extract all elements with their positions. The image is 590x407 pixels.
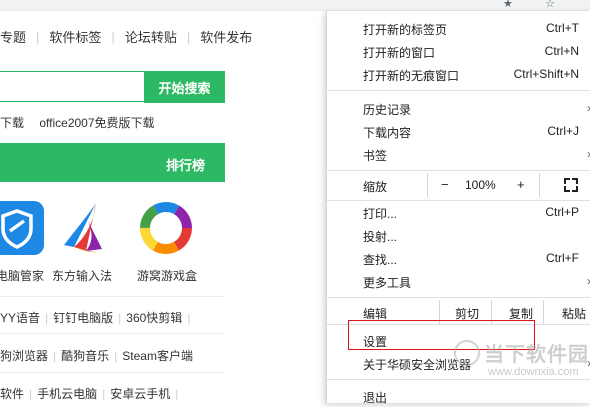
watermark-url: www.downxia.com xyxy=(488,366,579,378)
nav-link[interactable]: 论坛转贴 xyxy=(115,27,187,46)
menu-item-bookmarks[interactable]: 书签 › xyxy=(327,143,590,165)
hot-search-link[interactable]: 下载 xyxy=(0,116,24,130)
app-name[interactable]: 游窝游戏盒 xyxy=(137,267,197,284)
link-item[interactable]: 360快剪辑 xyxy=(121,309,187,326)
watermark-logo-icon xyxy=(454,340,480,366)
link-row: YY语音 | 钉钉电脑版 | 360快剪辑 | xyxy=(0,309,191,326)
menu-item-print[interactable]: 打印... Ctrl+P xyxy=(327,201,590,223)
link-item[interactable]: 手机云电脑 xyxy=(32,385,102,402)
link-item[interactable]: 安卓云手机 xyxy=(105,385,175,402)
menu-item-new-window[interactable]: 打开新的窗口 Ctrl+N xyxy=(327,40,590,62)
menu-divider xyxy=(327,170,590,171)
menu-item-new-tab[interactable]: 打开新的标签页 Ctrl+T xyxy=(327,17,590,39)
star-icon[interactable]: ★ xyxy=(503,0,513,10)
link-item[interactable]: 软件 xyxy=(0,385,29,402)
watermark: 当下软件园 www.downxia.com xyxy=(454,338,588,382)
site-search-input[interactable] xyxy=(0,71,144,102)
zoom-out-button[interactable]: − xyxy=(441,177,449,192)
menu-item-more-tools[interactable]: 更多工具 › xyxy=(327,270,590,292)
nav-link[interactable]: 专题 xyxy=(0,27,36,46)
app-name[interactable]: 电脑管家 xyxy=(0,267,44,284)
nav-link[interactable]: 软件标签 xyxy=(39,27,111,46)
link-item[interactable]: 酷狗音乐 xyxy=(56,347,114,364)
link-row: 狗浏览器 | 酷狗音乐 | Steam客户端 xyxy=(0,347,198,364)
menu-item-history[interactable]: 历史记录 › xyxy=(327,97,590,119)
menu-item-find[interactable]: 查找... Ctrl+F xyxy=(327,247,590,269)
divider xyxy=(0,333,225,334)
fullscreen-icon[interactable] xyxy=(564,178,578,192)
menu-divider xyxy=(327,297,590,298)
menu-item-downloads[interactable]: 下载内容 Ctrl+J xyxy=(327,120,590,142)
app-name[interactable]: 东方输入法 xyxy=(52,267,112,284)
hot-search-link[interactable]: office2007免费版下载 xyxy=(39,116,154,130)
shield-icon[interactable] xyxy=(0,201,44,255)
link-row: 软件 | 手机云电脑 | 安卓云手机 | xyxy=(0,385,179,402)
paste-button[interactable]: 粘贴 xyxy=(543,300,590,324)
search-button[interactable]: 开始搜索 xyxy=(144,71,225,103)
zoom-row: 缩放 − 100% + xyxy=(327,173,590,197)
zoom-label: 缩放 xyxy=(363,180,388,194)
link-item[interactable]: 狗浏览器 xyxy=(0,347,53,364)
link-item[interactable]: YY语音 xyxy=(0,309,45,326)
menu-item-cast[interactable]: 投射... xyxy=(327,224,590,246)
ring-icon[interactable] xyxy=(139,201,193,255)
feather-icon[interactable] xyxy=(58,201,112,255)
menu-item-exit[interactable]: 退出 xyxy=(327,385,590,407)
hot-searches: 下载 office2007免费版下载 xyxy=(0,114,167,131)
menu-divider xyxy=(327,90,590,91)
divider xyxy=(0,296,225,297)
menu-item-incognito[interactable]: 打开新的无痕窗口 Ctrl+Shift+N xyxy=(327,63,590,85)
rank-label[interactable]: 排行榜 xyxy=(166,155,205,174)
site-nav: 专题 | 软件标签 | 论坛转贴 | 软件发布 xyxy=(0,26,262,46)
link-item[interactable]: Steam客户端 xyxy=(117,347,198,364)
nav-link[interactable]: 软件发布 xyxy=(190,27,262,46)
watermark-text: 当下软件园 xyxy=(484,344,589,366)
zoom-level: 100% xyxy=(465,178,496,192)
zoom-in-button[interactable]: + xyxy=(517,177,525,192)
divider xyxy=(0,372,225,373)
star-outline-icon[interactable]: ☆ xyxy=(545,0,555,10)
rank-bar: 排行榜 xyxy=(0,143,225,182)
link-item[interactable]: 钉钉电脑版 xyxy=(48,309,118,326)
